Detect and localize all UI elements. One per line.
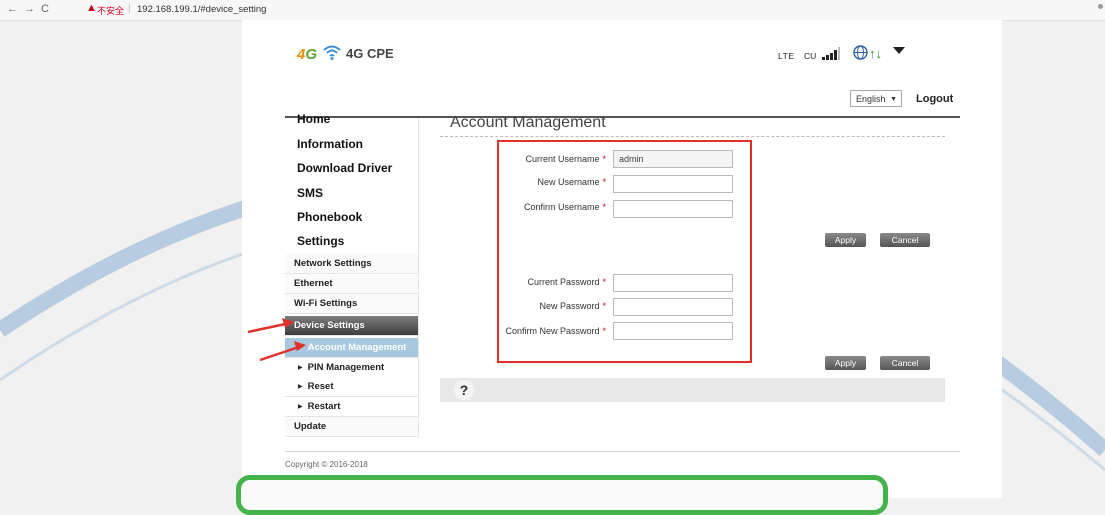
new-password-label: New Password * <box>539 301 606 311</box>
nav-download-driver[interactable]: Download Driver <box>297 161 392 175</box>
wifi-icon <box>323 45 341 60</box>
nav-update[interactable]: Update <box>285 417 418 437</box>
nav-reset[interactable]: ▶ Reset <box>285 377 418 397</box>
triangle-right-icon: ▶ <box>298 404 303 410</box>
globe-icon <box>853 45 868 60</box>
title-divider <box>440 136 945 137</box>
extension-dot-icon[interactable] <box>1098 4 1103 9</box>
url-text[interactable]: 192.168.199.1/#device_setting <box>137 4 266 15</box>
apply-password-button[interactable]: Apply <box>825 356 866 370</box>
browser-address-bar: ← → C ▲ 不安全 | 192.168.199.1/#device_sett… <box>0 0 1105 21</box>
footer-divider <box>285 451 960 452</box>
language-select[interactable]: English ▼ <box>850 90 902 107</box>
current-username-input[interactable] <box>613 150 733 168</box>
nav-pin-management[interactable]: ▶ PIN Management <box>285 358 418 378</box>
chevron-down-icon: ▼ <box>890 96 897 103</box>
current-password-input[interactable] <box>613 274 733 292</box>
apply-username-button[interactable]: Apply <box>825 233 866 247</box>
current-password-label: Current Password * <box>527 277 606 287</box>
reload-icon[interactable]: C <box>41 3 49 15</box>
cancel-username-button[interactable]: Cancel <box>880 233 930 247</box>
nav-wifi-settings[interactable]: Wi-Fi Settings <box>285 294 418 314</box>
copyright-text: Copyright © 2016-2018 <box>285 460 368 469</box>
brand-name: 4G CPE <box>346 46 394 61</box>
network-type: LTE <box>778 51 795 61</box>
nav-home[interactable]: Home <box>297 112 330 126</box>
separator: | <box>128 3 131 14</box>
carrier-name: CU <box>804 51 817 61</box>
nav-restart[interactable]: ▶ Restart <box>285 397 418 417</box>
confirm-username-label: Confirm Username * <box>523 202 606 212</box>
new-password-input[interactable] <box>613 298 733 316</box>
triangle-right-icon: ▶ <box>298 365 303 371</box>
page-title: Account Management <box>450 114 606 131</box>
header-divider <box>285 116 960 118</box>
nav-sms[interactable]: SMS <box>297 186 323 200</box>
nav-account-management[interactable]: ▶ Account Management <box>285 338 418 358</box>
nav-device-settings[interactable]: Device Settings <box>285 316 418 336</box>
signal-strength-icon <box>822 47 840 60</box>
confirm-new-password-label: Confirm New Password * <box>505 326 606 336</box>
nav-ethernet[interactable]: Ethernet <box>285 274 418 294</box>
logout-link[interactable]: Logout <box>916 93 953 105</box>
triangle-right-icon: ▶ <box>298 345 303 351</box>
nav-information[interactable]: Information <box>297 137 363 151</box>
data-transfer-arrows-icon: ↑↓ <box>869 46 882 61</box>
warning-icon: ▲ <box>86 2 97 14</box>
annotation-green-box <box>236 475 888 515</box>
new-username-label: New Username * <box>537 177 606 187</box>
new-username-input[interactable] <box>613 175 733 193</box>
help-bar <box>440 378 945 402</box>
nav-phonebook[interactable]: Phonebook <box>297 210 362 224</box>
router-page: 4G 4G CPE LTE CU ↑↓ English ▼ Logout Home… <box>242 20 1002 498</box>
forward-arrow-icon[interactable]: → <box>24 3 35 15</box>
help-icon[interactable]: ? <box>454 380 474 400</box>
nav-border <box>418 118 419 438</box>
nav-settings[interactable]: Settings <box>297 234 344 248</box>
dropdown-triangle-icon[interactable] <box>893 47 905 54</box>
logo-4g: 4G <box>297 46 318 63</box>
confirm-username-input[interactable] <box>613 200 733 218</box>
triangle-right-icon: ▶ <box>298 384 303 390</box>
security-label[interactable]: 不安全 <box>97 4 124 17</box>
nav-network-settings[interactable]: Network Settings <box>285 254 418 274</box>
cancel-password-button[interactable]: Cancel <box>880 356 930 370</box>
current-username-label: Current Username * <box>525 154 606 164</box>
back-arrow-icon[interactable]: ← <box>7 3 18 15</box>
confirm-new-password-input[interactable] <box>613 322 733 340</box>
